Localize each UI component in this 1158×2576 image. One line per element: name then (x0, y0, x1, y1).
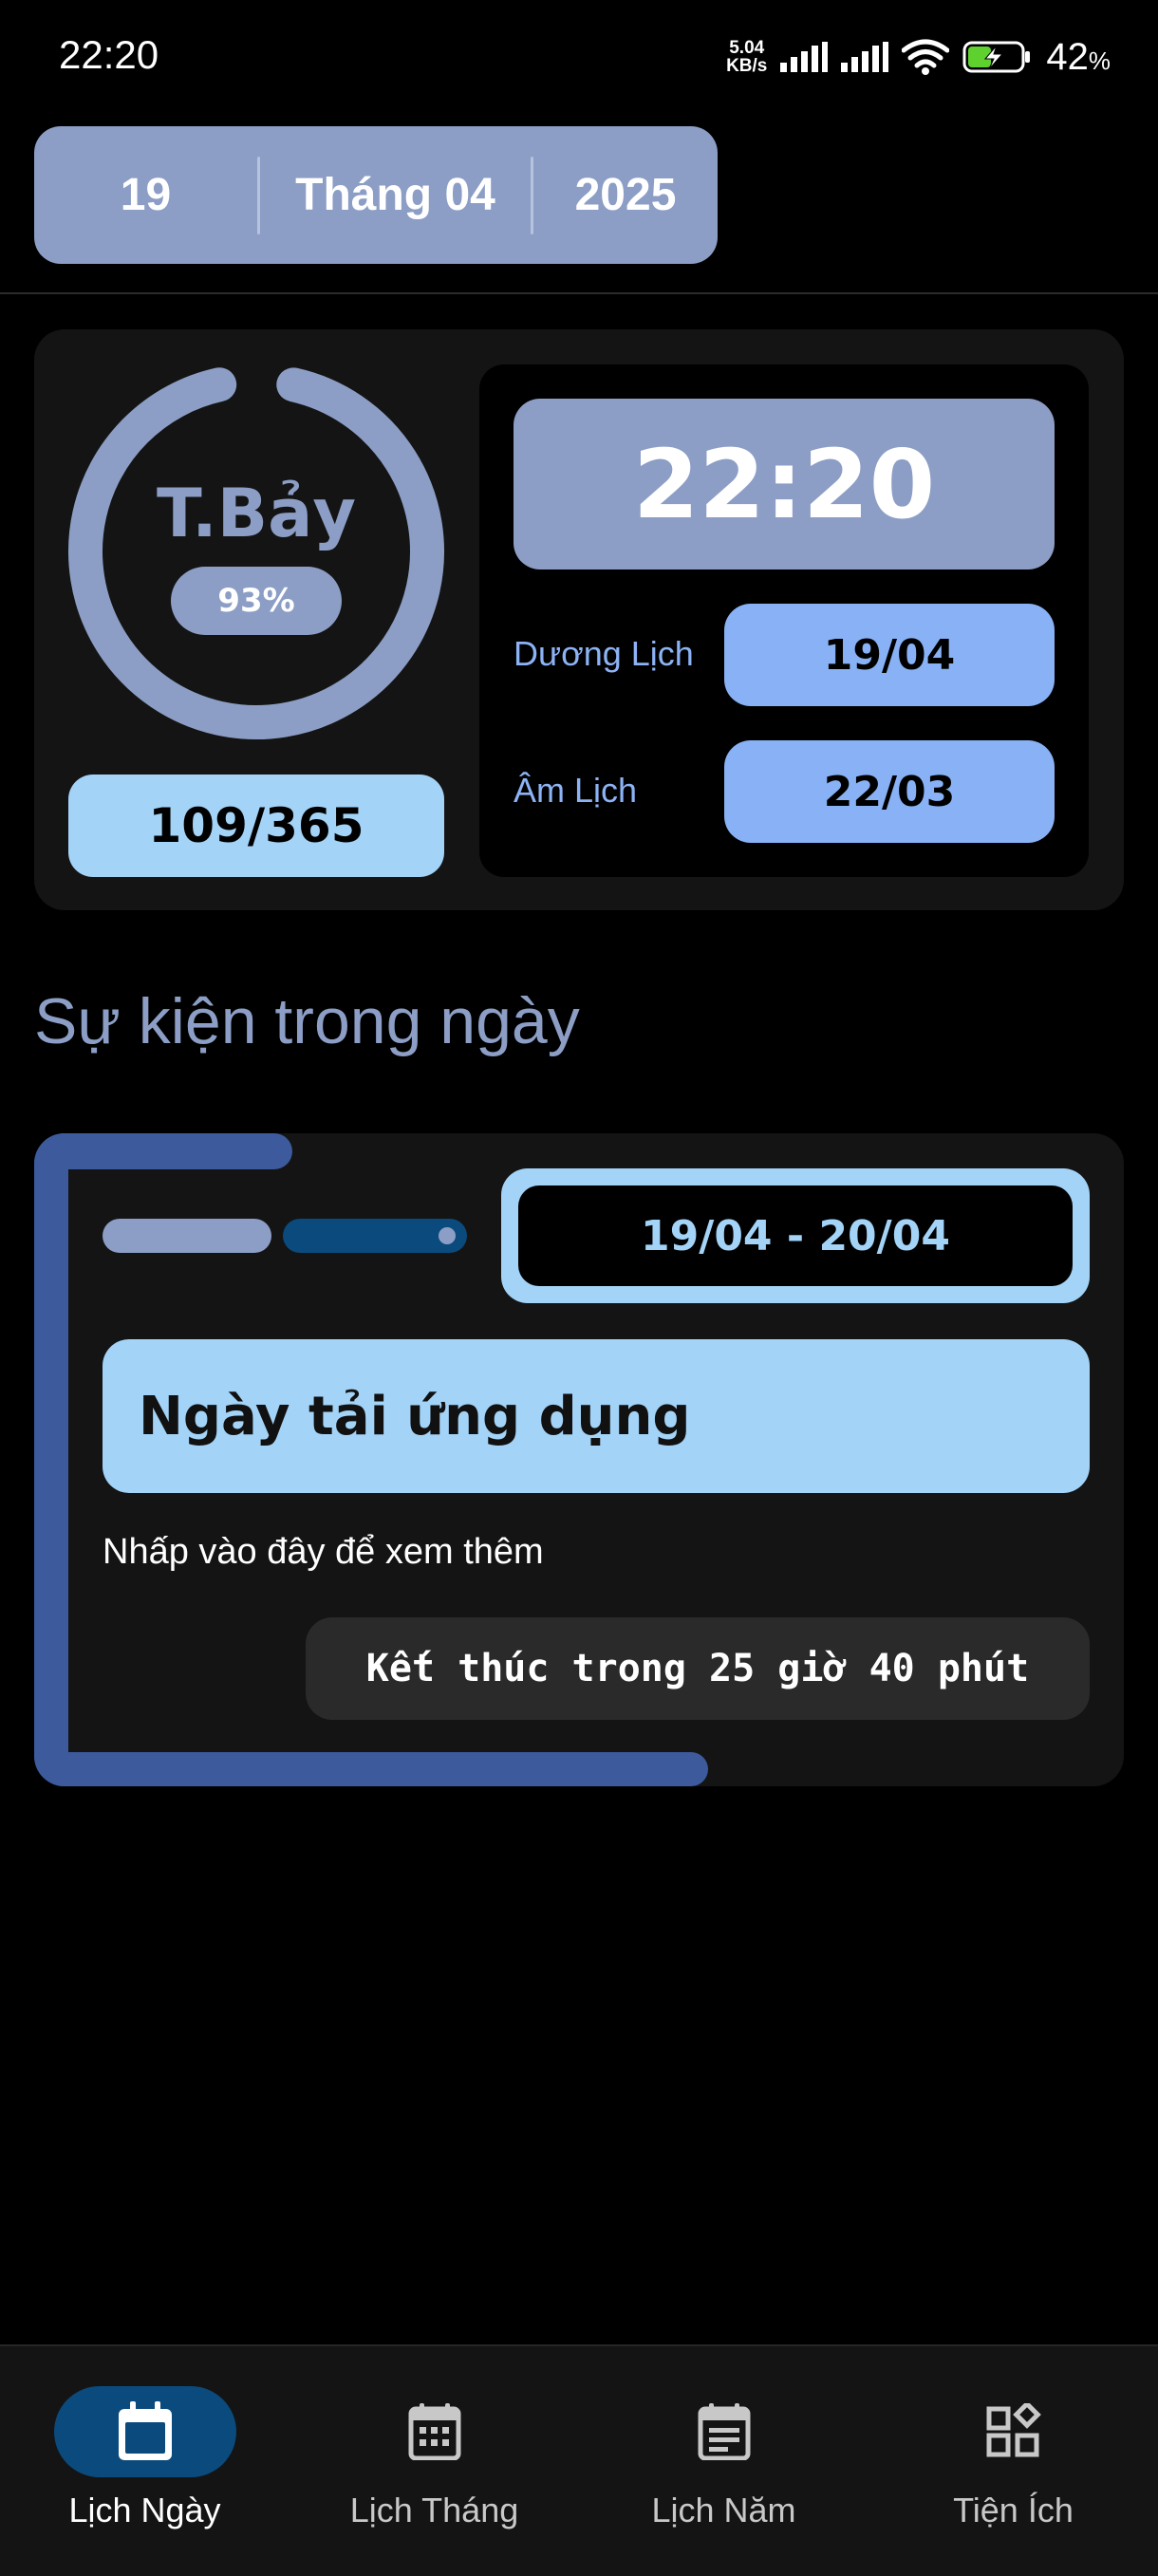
calendar-day-icon (118, 2401, 172, 2460)
nav-icon-wrap (344, 2386, 526, 2477)
net-speed-value: 5.04 (729, 38, 765, 58)
clock-display: 22:20 (514, 399, 1055, 569)
event-accent (34, 1752, 708, 1786)
battery-percent: 42% (1046, 35, 1111, 78)
calendar-year-icon (698, 2403, 750, 2460)
section-title: Sự kiện trong ngày (34, 985, 580, 1057)
month-selector[interactable]: Tháng 04 (260, 126, 531, 264)
lunar-calendar-label: Âm Lịch (514, 771, 638, 810)
day-selector[interactable]: 19 (34, 126, 257, 264)
nav-icon-wrap (633, 2386, 815, 2477)
battery-charging-icon (962, 41, 1031, 73)
event-date-range: 19/04 - 20/04 (518, 1185, 1073, 1286)
status-icons: 5.04 KB/s 42% (726, 28, 1111, 85)
event-accent (34, 1133, 292, 1169)
nav-icon-wrap (923, 2386, 1105, 2477)
event-title[interactable]: Ngày tải ứng dụng (103, 1339, 1090, 1493)
year-selector[interactable]: 2025 (533, 126, 718, 264)
nav-item-month[interactable]: Lịch Tháng (290, 2382, 579, 2553)
signal-icon (841, 42, 889, 72)
calendar-month-icon (408, 2403, 460, 2460)
day-progress-percent: 93% (171, 567, 342, 635)
event-color-bar (103, 1219, 271, 1253)
widgets-icon (986, 2403, 1041, 2457)
event-hint[interactable]: Nhấp vào đây để xem thêm (103, 1532, 544, 1573)
solar-calendar-label: Dương Lịch (514, 634, 694, 673)
nav-item-tools[interactable]: Tiện Ích (868, 2382, 1158, 2553)
nav-item-year[interactable]: Lịch Năm (579, 2382, 868, 2553)
solar-date: 19/04 (724, 604, 1055, 706)
signal-icon (780, 42, 829, 72)
net-speed-unit: KB/s (726, 56, 768, 76)
event-countdown: Kết thúc trong 25 giờ 40 phút (306, 1617, 1090, 1720)
nav-label: Lịch Ngày (68, 2491, 221, 2529)
header-divider (0, 292, 1158, 294)
wifi-icon (902, 39, 950, 75)
lunar-date: 22/03 (724, 740, 1055, 843)
event-color-dot (439, 1227, 456, 1244)
nav-label: Lịch Năm (651, 2491, 796, 2529)
status-time: 22:20 (59, 32, 159, 77)
nav-label: Tiện Ích (953, 2491, 1074, 2529)
nav-label: Lịch Tháng (349, 2491, 519, 2529)
weekday-label: T.Bảy (157, 475, 356, 552)
date-picker[interactable]: 19 Tháng 04 2025 (34, 126, 718, 264)
day-of-year: 109/365 (68, 775, 444, 877)
event-accent (34, 1133, 68, 1786)
nav-active-indicator (53, 2386, 236, 2477)
net-speed: 5.04 KB/s (726, 39, 767, 75)
nav-item-day[interactable]: Lịch Ngày (0, 2382, 290, 2553)
